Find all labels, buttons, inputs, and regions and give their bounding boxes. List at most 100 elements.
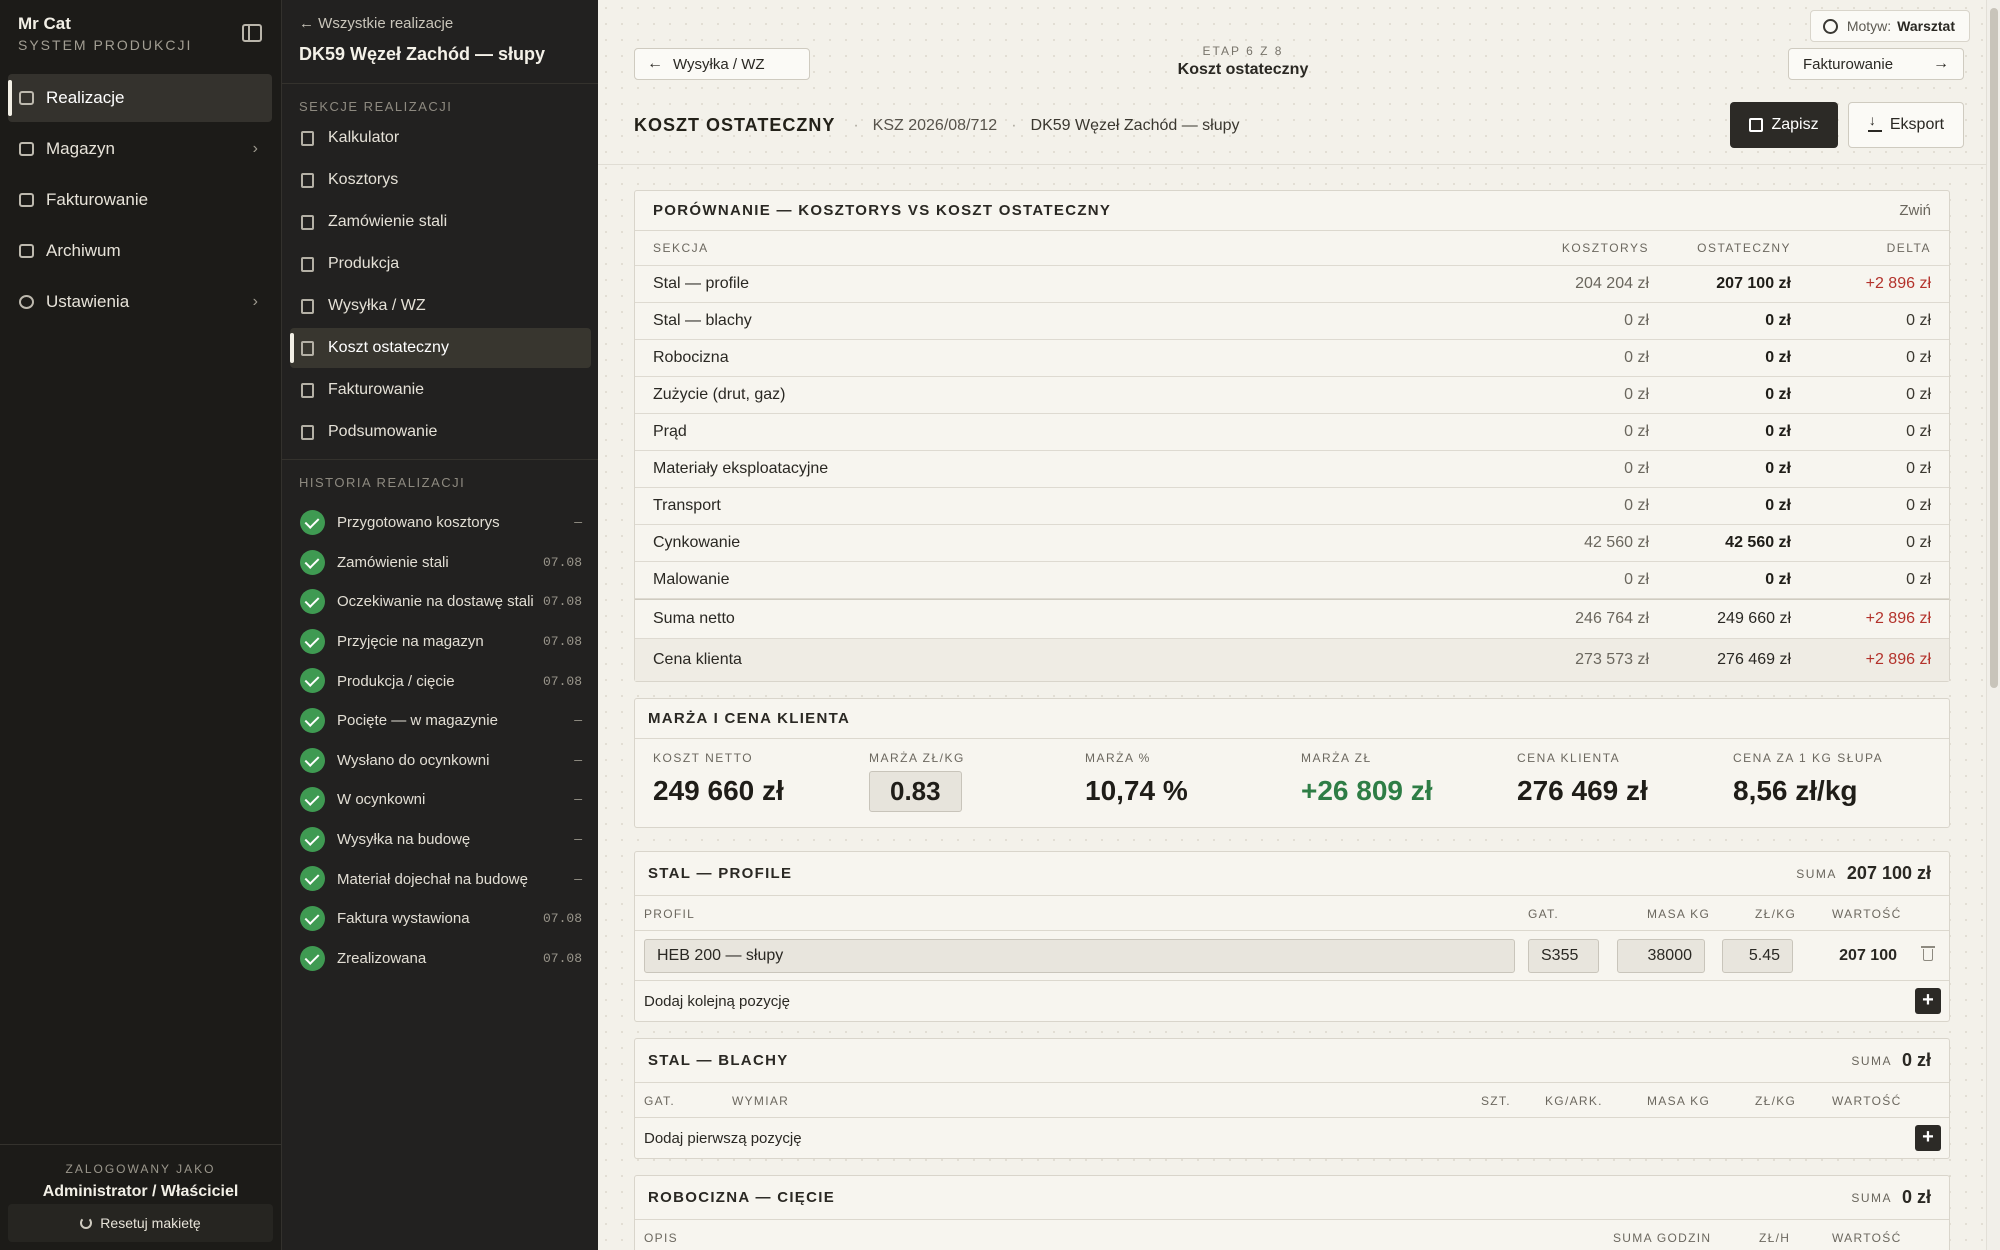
section-label: Zamówienie stali (328, 213, 448, 230)
profile-input[interactable]: HEB 200 — słupy (644, 939, 1515, 973)
export-button[interactable]: Eksport (1848, 102, 1964, 148)
page-header: KOSZT OSTATECZNY · KSZ 2026/08/712 · DK5… (634, 115, 1240, 136)
add-item-button[interactable]: + (1915, 988, 1941, 1014)
col-value: WARTOŚĆ (1832, 1231, 1902, 1245)
document-number: KSZ 2026/08/712 (872, 116, 998, 134)
section-koszt-ostateczny[interactable]: Koszt ostateczny (290, 328, 591, 368)
nav-item-archiwum[interactable]: Archiwum (8, 227, 272, 275)
section-zamowienie-stali[interactable]: Zamówienie stali (290, 202, 591, 242)
nav-list: Realizacje Magazyn › Fakturowanie Archiw… (8, 74, 272, 329)
brand: Mr Cat SYSTEM PRODUKCJI (18, 14, 192, 53)
trash-icon[interactable] (1921, 946, 1935, 961)
col-kg-per-sheet: KG/ARK. (1545, 1094, 1603, 1108)
collapse-button[interactable]: Zwiń (1899, 202, 1931, 219)
list-check-icon (19, 91, 34, 105)
kpi-value: +26 809 zł (1301, 775, 1433, 806)
price-input[interactable]: 5.45 (1722, 939, 1793, 973)
history-date: 07.08 (542, 673, 582, 689)
check-circle-icon (300, 589, 325, 615)
prev-step-button[interactable]: Wysyłka / WZ (634, 48, 810, 80)
history-date: — (574, 792, 582, 808)
row-name: Materiały eksploatacyjne (653, 460, 829, 477)
table-row: Prąd 0 zł 0 zł 0 zł (635, 414, 1949, 451)
history-item: Zamówienie stali 07.08 (300, 543, 582, 583)
section-produkcja[interactable]: Produkcja (290, 244, 591, 284)
table-header: GAT. WYMIAR SZT. KG/ARK. MASA KG ZŁ/KG W… (635, 1083, 1949, 1118)
reset-label: Resetuj makietę (100, 1215, 201, 1231)
history-item: Pocięte — w magazynie — (300, 701, 582, 741)
calculator-icon (301, 131, 314, 146)
scrollbar-thumb[interactable] (1990, 8, 1998, 688)
row-estimate: 0 zł (1624, 349, 1649, 366)
reset-mockup-button[interactable]: Resetuj makietę (8, 1204, 273, 1242)
client-price-row: Cena klienta 273 573 zł 276 469 zł +2 89… (635, 639, 1949, 681)
row-name: Stal — blachy (653, 312, 752, 329)
card-header: STAL — PROFILE SUMA 207 100 zł (635, 852, 1949, 896)
section-podsumowanie[interactable]: Podsumowanie (290, 412, 591, 452)
sidebar-toggle-icon[interactable] (242, 24, 262, 42)
row-delta: 0 zł (1906, 349, 1931, 366)
card-title: STAL — BLACHY (648, 1052, 789, 1069)
history-label: Zrealizowana (337, 949, 427, 967)
card-header: PORÓWNANIE — KOSZTORYS VS KOSZT OSTATECZ… (635, 191, 1949, 231)
section-wysylka[interactable]: Wysyłka / WZ (290, 286, 591, 326)
history-date: 07.08 (542, 594, 582, 610)
section-fakturowanie[interactable]: Fakturowanie (290, 370, 591, 410)
kpi-price-per-kg: CENA ZA 1 KG SŁUPA 8,56 zł/kg (1733, 751, 1883, 807)
row-delta: 0 zł (1906, 312, 1931, 329)
scrollbar[interactable] (1986, 0, 2000, 1250)
history-item: Zrealizowana 07.08 (300, 939, 582, 979)
margin-per-kg-input[interactable]: 0.83 (869, 771, 962, 812)
save-button[interactable]: Zapisz (1730, 102, 1838, 148)
row-final: 0 zł (1765, 460, 1791, 477)
section-kalkulator[interactable]: Kalkulator (290, 118, 591, 158)
add-item-button[interactable]: + (1915, 1125, 1941, 1151)
history-label: Faktura wystawiona (337, 910, 470, 928)
comparison-card: PORÓWNANIE — KOSZTORYS VS KOSZT OSTATECZ… (634, 190, 1950, 682)
mass-input[interactable]: 38000 (1617, 939, 1705, 973)
sum-label: SUMA (1851, 1190, 1892, 1205)
kpi-margin-percent: MARŻA % 10,74 % (1085, 751, 1188, 807)
nav-item-realizacje[interactable]: Realizacje (8, 74, 272, 122)
nav-item-magazyn[interactable]: Magazyn › (8, 125, 272, 173)
add-item-label: Dodaj kolejną pozycję (644, 992, 790, 1010)
sum-value: 207 100 zł (1846, 863, 1931, 883)
grade-input[interactable]: S355 (1528, 939, 1599, 973)
col-value: WARTOŚĆ (1832, 907, 1902, 921)
separator: · (1011, 116, 1017, 134)
receipt-icon (301, 341, 314, 356)
check-circle-icon (300, 668, 325, 694)
nav-item-label: Realizacje (46, 88, 125, 107)
page-title: KOSZT OSTATECZNY (634, 115, 836, 135)
kpi-margin-amount: MARŻA ZŁ +26 809 zł (1301, 751, 1433, 807)
row-final: 276 469 zł (1717, 651, 1791, 668)
nav-item-fakturowanie[interactable]: Fakturowanie (8, 176, 272, 224)
kpi-label: MARŻA % (1085, 751, 1151, 765)
table-row: Stal — profile 204 204 zł 207 100 zł +2 896… (635, 266, 1949, 303)
nav-item-ustawienia[interactable]: Ustawienia › (8, 278, 272, 326)
add-row: Dodaj pierwszą pozycję + (635, 1118, 1949, 1158)
divider (598, 164, 1986, 165)
theme-value: Warsztat (1897, 18, 1955, 34)
sections-heading: SEKCJE REALIZACJI (299, 99, 453, 114)
row-name: Suma netto (653, 610, 735, 627)
check-circle-icon (300, 945, 325, 971)
history-item: Wysyłka na budowę — (300, 820, 582, 860)
back-to-projects-link[interactable]: ← Wszystkie realizacje (299, 15, 453, 32)
divider (282, 459, 598, 460)
history-date: — (574, 832, 582, 848)
step-title: Koszt ostateczny (1177, 61, 1309, 78)
document-icon (19, 193, 34, 207)
save-icon (1749, 118, 1764, 132)
history-label: Zamówienie stali (337, 553, 449, 571)
history-label: Przyjęcie na magazyn (337, 633, 484, 651)
section-kosztorys[interactable]: Kosztorys (290, 160, 591, 200)
section-label: Wysyłka / WZ (328, 297, 426, 314)
next-step-button[interactable]: Fakturowanie (1788, 48, 1964, 80)
theme-switcher[interactable]: Motyw: Warsztat (1809, 10, 1970, 42)
row-estimate: 0 zł (1624, 460, 1649, 477)
history-label: W ocynkowni (337, 791, 426, 809)
col-quantity: SZT. (1481, 1094, 1511, 1108)
nav-item-label: Magazyn (46, 139, 115, 158)
divider (282, 83, 598, 84)
